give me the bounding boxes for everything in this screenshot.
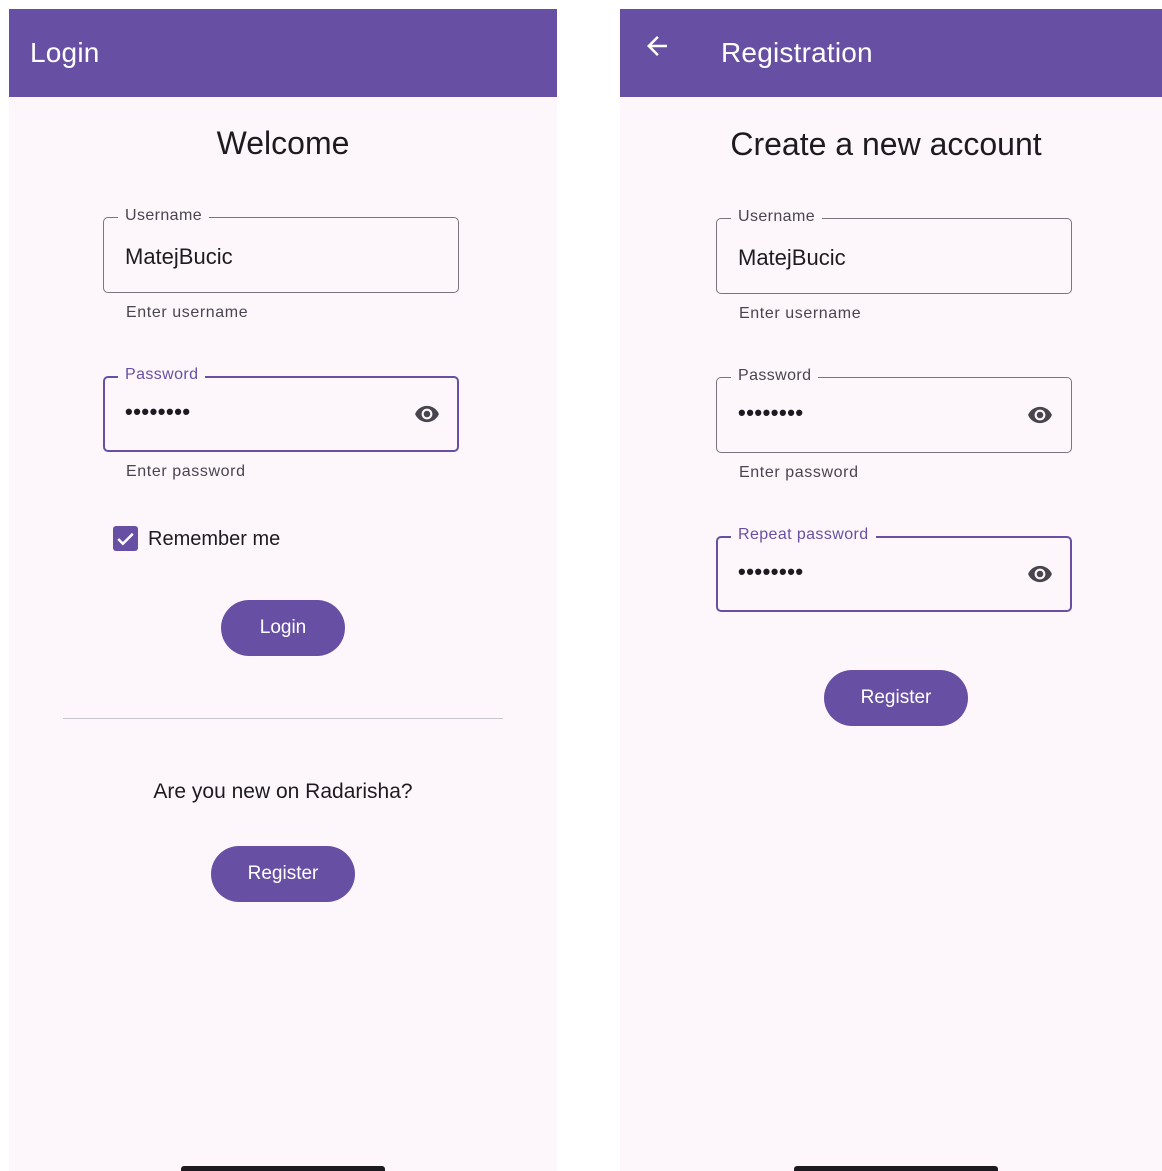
repeat-password-field[interactable]: Repeat password •••••••• (716, 526, 1072, 612)
register-password-value[interactable]: •••••••• (738, 400, 804, 426)
login-button[interactable]: Login (221, 600, 345, 656)
login-screen: Login Welcome Username MatejBucic Enter … (9, 9, 557, 1171)
register-username-helper: Enter username (739, 305, 862, 322)
section-divider (63, 718, 503, 719)
registration-screen: Registration Create a new account Userna… (620, 9, 1162, 1171)
register-password-helper: Enter password (739, 464, 859, 481)
registration-app-bar-title: Registration (721, 37, 873, 68)
repeat-password-value[interactable]: •••••••• (738, 559, 804, 585)
visibility-icon[interactable] (1023, 402, 1057, 428)
checkmark-icon (117, 532, 134, 546)
register-button[interactable]: Register (824, 670, 968, 726)
login-username-value[interactable]: MatejBucic (125, 244, 233, 270)
login-password-value[interactable]: •••••••• (125, 399, 191, 425)
repeat-password-label: Repeat password (731, 526, 876, 544)
gesture-nav-handle (794, 1166, 998, 1171)
registration-app-bar: Registration (620, 9, 1162, 97)
create-account-heading: Create a new account (730, 126, 1042, 162)
visibility-icon[interactable] (410, 401, 444, 427)
remember-me-checkbox[interactable] (113, 526, 138, 551)
login-password-field[interactable]: Password •••••••• (103, 366, 459, 452)
login-username-label: Username (118, 207, 210, 225)
register-password-field[interactable]: Password •••••••• (716, 367, 1072, 453)
register-password-label: Password (731, 367, 819, 385)
register-username-label: Username (731, 208, 823, 226)
login-app-bar-title: Login (30, 37, 100, 68)
register-username-value[interactable]: MatejBucic (738, 245, 846, 271)
register-username-field[interactable]: Username MatejBucic (716, 208, 1072, 294)
visibility-icon[interactable] (1023, 561, 1057, 587)
welcome-heading: Welcome (216, 125, 350, 161)
new-user-prompt: Are you new on Radarisha? (153, 780, 413, 803)
login-password-helper: Enter password (126, 463, 246, 480)
go-to-register-button[interactable]: Register (211, 846, 355, 902)
remember-me-label[interactable]: Remember me (148, 528, 280, 551)
login-app-bar: Login (9, 9, 557, 97)
login-password-label: Password (118, 366, 206, 384)
gesture-nav-handle (181, 1166, 385, 1171)
login-username-helper: Enter username (126, 304, 249, 321)
login-username-field[interactable]: Username MatejBucic (103, 207, 459, 293)
back-arrow-icon[interactable] (642, 31, 672, 61)
